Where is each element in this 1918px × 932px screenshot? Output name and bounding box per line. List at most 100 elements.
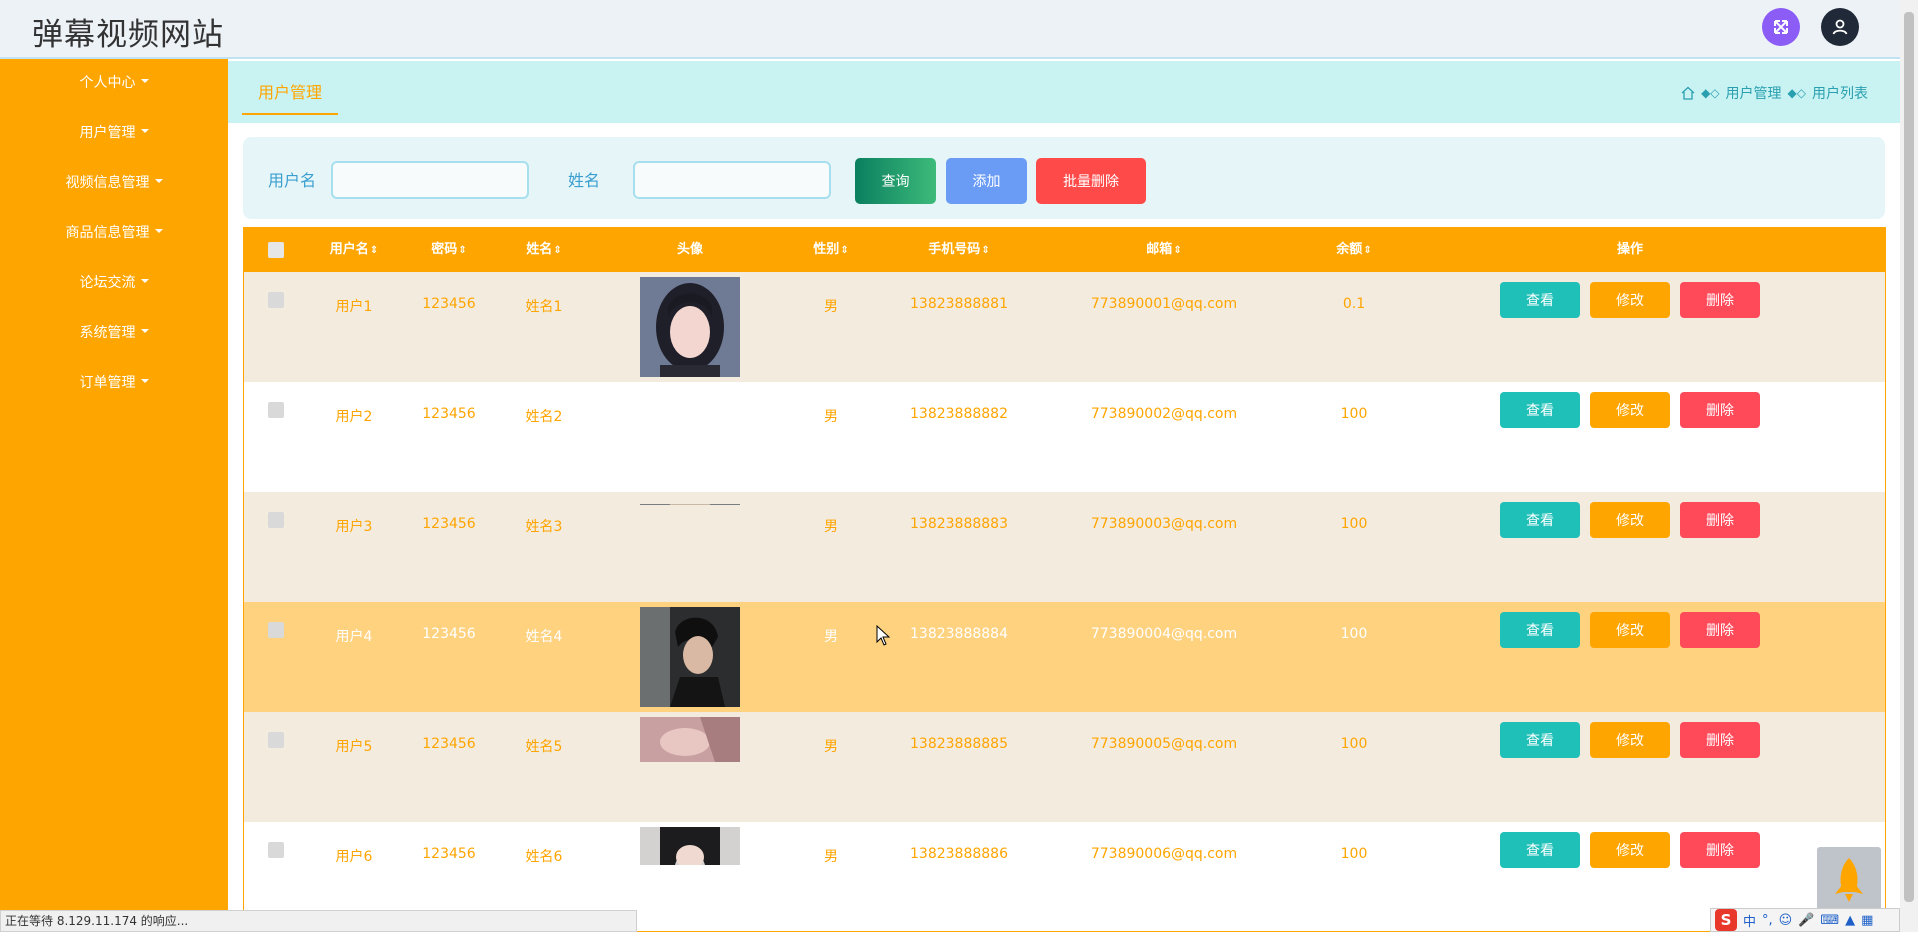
caret-down-icon [154,179,163,183]
cell-email: 773890003@qq.com [1090,516,1238,532]
view-button[interactable]: 查看 [1500,502,1580,538]
cell-email: 773890001@qq.com [1090,296,1238,312]
sort-icon[interactable]: ⇕ [553,245,561,256]
view-button[interactable]: 查看 [1500,282,1580,318]
column-header-name[interactable]: 姓名⇕ [509,228,579,272]
column-header-username[interactable]: 用户名⇕ [304,228,404,272]
skin-icon[interactable]: ▲ [1845,913,1855,928]
table-row[interactable]: 用户5 123456 姓名5 男 13823888885 773890005@q… [244,712,1885,822]
sidebar-item-label: 订单管理 [79,375,136,391]
sidebar-item-video-management[interactable]: 视频信息管理 [0,168,228,198]
edit-button[interactable]: 修改 [1590,392,1670,428]
view-button[interactable]: 查看 [1500,832,1580,868]
scrollbar-thumb[interactable] [1904,12,1914,902]
select-all-checkbox[interactable] [268,242,284,258]
sidebar-item-personal-center[interactable]: 个人中心 [0,68,228,98]
add-button[interactable]: 添加 [946,158,1027,204]
page-scrollbar[interactable] [1900,0,1918,932]
sidebar-item-forum[interactable]: 论坛交流 [0,268,228,298]
username-search-input[interactable] [331,161,529,199]
user-menu-button[interactable] [1821,8,1859,46]
keyboard-icon[interactable]: ⌨ [1820,913,1839,928]
cell-gender: 男 [824,409,838,425]
caret-down-icon [140,379,149,383]
home-icon[interactable] [1681,86,1695,100]
table-row[interactable]: 用户4 123456 姓名4 男 13823888884 773890004@q… [244,602,1885,712]
back-to-top-button[interactable] [1817,847,1881,911]
cell-balance: 100 [1340,736,1368,752]
emoji-icon[interactable]: ☺ [1779,913,1793,928]
column-header-gender[interactable]: 性别⇕ [801,228,861,272]
row-checkbox[interactable] [268,732,284,748]
ime-mode-label[interactable]: 中 [1743,911,1756,930]
cell-username: 用户6 [335,849,373,865]
breadcrumb-item[interactable]: 用户管理 [1726,83,1782,103]
sort-icon[interactable]: ⇕ [1173,245,1181,256]
cell-gender: 男 [824,849,838,865]
cell-gender: 男 [824,299,838,315]
top-header: 弹幕视频网站 [0,0,1918,59]
column-header-password[interactable]: 密码⇕ [414,228,484,272]
sort-icon[interactable]: ⇕ [370,245,378,256]
grid-menu-icon[interactable]: ▦ [1861,913,1873,928]
view-button[interactable]: 查看 [1500,722,1580,758]
view-button[interactable]: 查看 [1500,392,1580,428]
edit-button[interactable]: 修改 [1590,282,1670,318]
edit-button[interactable]: 修改 [1590,502,1670,538]
edit-button[interactable]: 修改 [1590,832,1670,868]
cell-phone: 13823888885 [910,736,1008,752]
sidebar-item-user-management[interactable]: 用户管理 [0,118,228,148]
sidebar-item-order-management[interactable]: 订单管理 [0,368,228,398]
sidebar-item-label: 系统管理 [79,325,136,341]
column-header-balance[interactable]: 余额⇕ [1324,228,1384,272]
cell-balance: 100 [1340,626,1368,642]
cell-gender: 男 [824,629,838,645]
cell-balance: 100 [1340,406,1368,422]
app-title: 弹幕视频网站 [32,17,224,53]
sidebar: 个人中心 用户管理 视频信息管理 商品信息管理 论坛交流 系统管理 订单管理 [0,59,228,932]
batch-delete-button[interactable]: 批量删除 [1036,158,1146,204]
view-button[interactable]: 查看 [1500,612,1580,648]
row-checkbox[interactable] [268,842,284,858]
table-row[interactable]: 用户3 123456 姓名3 男 13823888883 773890003@q… [244,492,1885,602]
breadcrumb-item: 用户列表 [1812,86,1868,102]
column-header-phone[interactable]: 手机号码⇕ [904,228,1014,272]
sogou-logo-icon[interactable]: S [1715,909,1737,931]
sort-icon[interactable]: ⇕ [458,245,466,256]
fullscreen-button[interactable] [1762,8,1800,46]
sort-icon[interactable]: ⇕ [1363,245,1371,256]
column-header-email[interactable]: 邮箱⇕ [1124,228,1204,272]
punctuation-icon[interactable]: °, [1762,913,1773,928]
edit-button[interactable]: 修改 [1590,612,1670,648]
query-button[interactable]: 查询 [855,158,936,204]
table-row[interactable]: 用户1 123456 姓名1 男 13823888881 773890001@q… [244,272,1885,382]
row-checkbox[interactable] [268,402,284,418]
row-checkbox[interactable] [268,512,284,528]
cell-username: 用户5 [335,739,373,755]
sort-icon[interactable]: ⇕ [840,245,848,256]
sidebar-item-product-management[interactable]: 商品信息管理 [0,218,228,248]
microphone-icon[interactable]: 🎤 [1798,913,1814,928]
name-search-input[interactable] [633,161,831,199]
cell-phone: 13823888883 [910,516,1008,532]
delete-button[interactable]: 删除 [1680,502,1760,538]
cell-email: 773890004@qq.com [1090,626,1238,642]
edit-button[interactable]: 修改 [1590,722,1670,758]
sidebar-item-system-management[interactable]: 系统管理 [0,318,228,348]
delete-button[interactable]: 删除 [1680,832,1760,868]
cell-balance: 0.1 [1342,296,1366,312]
breadcrumb: ◆◇ 用户管理 ◆◇ 用户列表 [1681,83,1868,103]
sidebar-item-label: 个人中心 [79,75,136,91]
sort-icon[interactable]: ⇕ [981,245,989,256]
cell-phone: 13823888884 [910,626,1008,642]
avatar [640,277,740,377]
delete-button[interactable]: 删除 [1680,282,1760,318]
table-row[interactable]: 用户2 123456 姓名2 男 13823888882 773890002@q… [244,382,1885,492]
row-checkbox[interactable] [268,292,284,308]
delete-button[interactable]: 删除 [1680,612,1760,648]
delete-button[interactable]: 删除 [1680,392,1760,428]
delete-button[interactable]: 删除 [1680,722,1760,758]
cell-name: 姓名3 [525,519,563,535]
row-checkbox[interactable] [268,622,284,638]
tab-user-management[interactable]: 用户管理 [242,79,339,115]
